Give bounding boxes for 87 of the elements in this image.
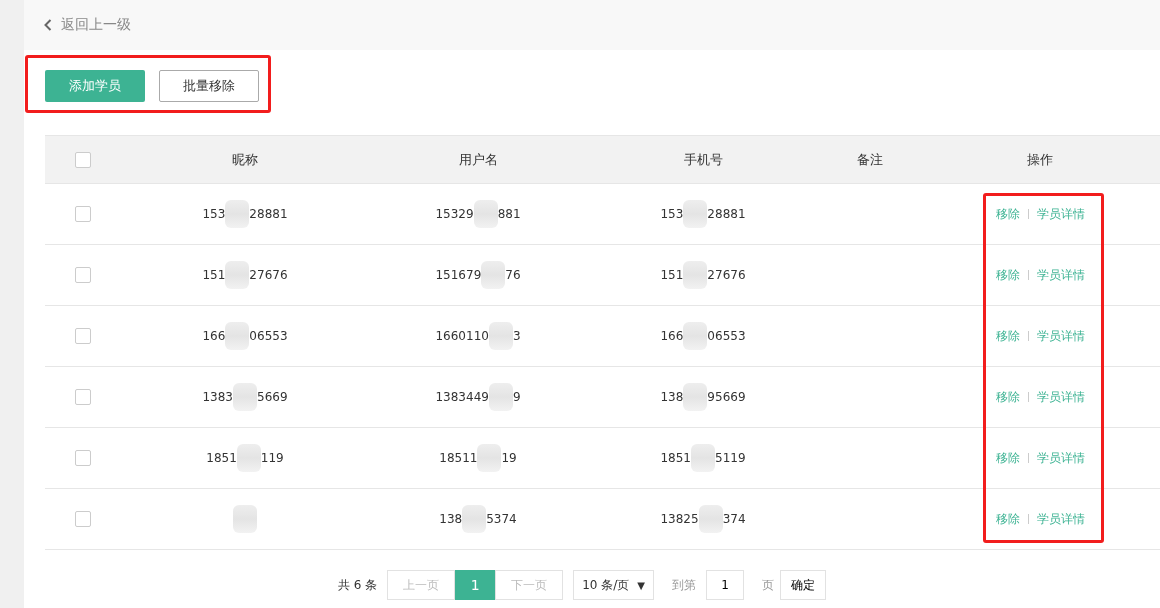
blur-patch <box>462 505 487 533</box>
row-checkbox[interactable] <box>74 450 91 466</box>
table-cell: 27676 <box>707 268 746 282</box>
blur-patch <box>683 322 708 350</box>
confirm-button[interactable]: 确定 <box>780 570 827 600</box>
remove-link[interactable]: 移除 <box>995 388 1020 406</box>
table-cell: 28881 <box>249 207 288 221</box>
table-cell: 19 <box>501 451 517 465</box>
column-header: 用户名 <box>458 150 498 169</box>
blur-patch <box>481 261 506 289</box>
details-link[interactable]: 学员详情 <box>1036 388 1085 406</box>
table-cell: 138 <box>439 512 463 526</box>
details-link[interactable]: 学员详情 <box>1036 205 1085 223</box>
table-cell: 27676 <box>249 268 288 282</box>
chevron-left-icon <box>44 19 52 31</box>
blur-patch <box>236 444 261 472</box>
table-cell: 13825 <box>660 512 699 526</box>
row-checkbox[interactable] <box>74 267 91 283</box>
blur-patch <box>683 261 708 289</box>
blur-patch <box>683 200 708 228</box>
table-cell: 119 <box>260 451 284 465</box>
row-checkbox[interactable] <box>74 206 91 222</box>
column-header: 昵称 <box>232 150 258 169</box>
table-cell: 153 <box>660 207 684 221</box>
blur-patch <box>488 322 513 350</box>
page-size-select[interactable]: 10 条/页 ▼ <box>573 570 655 600</box>
table-cell: 166 <box>660 329 684 343</box>
table-cell: 15329 <box>435 207 474 221</box>
blur-patch <box>225 200 250 228</box>
row-checkbox[interactable] <box>74 389 91 405</box>
table-cell: 151679 <box>435 268 482 282</box>
blur-patch <box>225 322 250 350</box>
column-header: 操作 <box>1027 150 1053 169</box>
table-cell: 06553 <box>249 329 288 343</box>
back-link[interactable]: 返回上一级 <box>44 16 131 34</box>
blur-patch <box>473 200 498 228</box>
select-all-checkbox[interactable] <box>74 151 91 168</box>
blur-patch <box>691 444 715 472</box>
remove-link[interactable]: 移除 <box>995 266 1020 284</box>
blur-patch <box>683 383 708 411</box>
table-cell: 06553 <box>707 329 746 343</box>
total-count: 共 6 条 <box>337 576 378 594</box>
details-link[interactable]: 学员详情 <box>1036 266 1085 284</box>
table-cell: 1851 <box>660 451 691 465</box>
remove-link[interactable]: 移除 <box>995 449 1020 467</box>
row-checkbox[interactable] <box>74 328 91 344</box>
row-checkbox[interactable] <box>74 511 91 527</box>
table-cell: 9 <box>512 390 521 404</box>
remove-link[interactable]: 移除 <box>995 327 1020 345</box>
page-button[interactable]: 1 <box>455 570 496 600</box>
details-link[interactable]: 学员详情 <box>1036 510 1085 528</box>
details-link[interactable]: 学员详情 <box>1036 327 1085 345</box>
table-cell: 166 <box>202 329 226 343</box>
table-cell: 28881 <box>707 207 746 221</box>
table-cell: 1383 <box>202 390 233 404</box>
table-cell: 881 <box>497 207 521 221</box>
blur-patch <box>488 383 513 411</box>
details-link[interactable]: 学员详情 <box>1036 449 1085 467</box>
table-cell: 18511 <box>439 451 478 465</box>
table-cell: 95669 <box>707 390 746 404</box>
remove-link[interactable]: 移除 <box>995 205 1020 223</box>
table-cell: 1383449 <box>435 390 489 404</box>
table-cell: 76 <box>505 268 521 282</box>
table-cell: 1851 <box>206 451 237 465</box>
blur-patch <box>477 444 502 472</box>
column-header: 备注 <box>857 150 883 169</box>
page-unit-label: 页 <box>762 576 775 594</box>
blur-patch <box>233 505 257 533</box>
table-cell: 151 <box>660 268 684 282</box>
blur-patch <box>698 505 723 533</box>
table-cell: 5119 <box>715 451 746 465</box>
table-cell: 153 <box>202 207 226 221</box>
add-button[interactable]: 添加学员 <box>45 70 145 102</box>
goto-label: 到第 <box>672 576 697 594</box>
page-input[interactable]: 1 <box>706 570 745 600</box>
blur-patch <box>233 383 257 411</box>
table-cell: 3 <box>512 329 521 343</box>
table-cell: 1660110 <box>435 329 489 343</box>
table-cell: 5669 <box>257 390 288 404</box>
table-cell: 374 <box>722 512 746 526</box>
table-cell: 5374 <box>486 512 517 526</box>
remove-link[interactable]: 移除 <box>995 510 1020 528</box>
blur-patch <box>225 261 250 289</box>
table-cell: 151 <box>202 268 226 282</box>
table-cell: 138 <box>660 390 684 404</box>
remove-button[interactable]: 批量移除 <box>159 70 259 102</box>
column-header: 手机号 <box>683 150 723 169</box>
